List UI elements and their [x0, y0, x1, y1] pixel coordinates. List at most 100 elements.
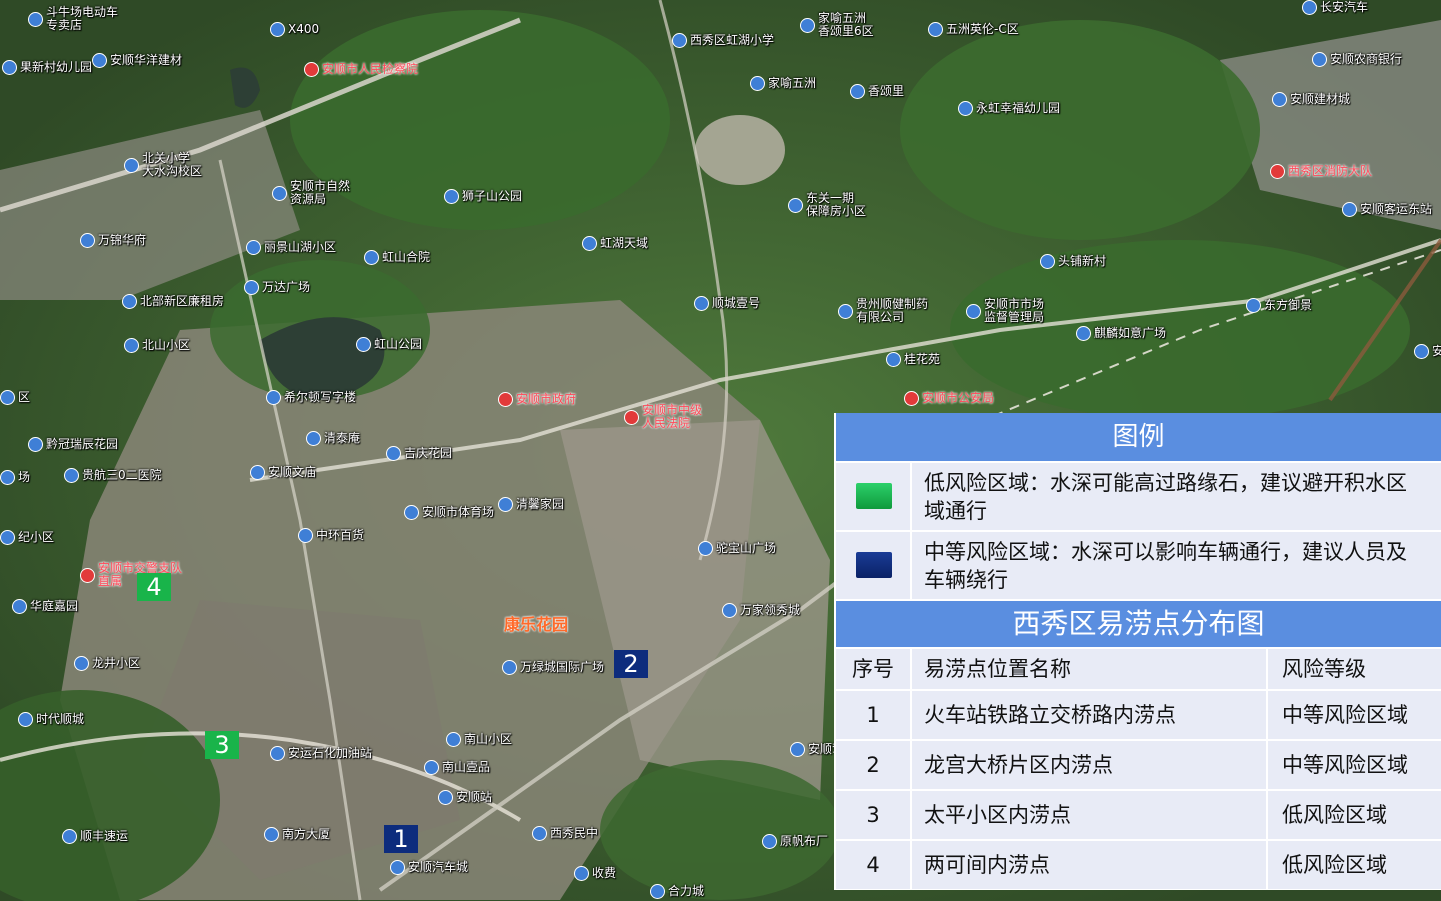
- poi-label: 南方大厦: [282, 827, 331, 841]
- map-poi[interactable]: 北部新区廉租房: [122, 294, 224, 309]
- poi-pin-icon: [928, 22, 943, 37]
- map-poi[interactable]: 安顺市公安局: [904, 391, 994, 406]
- map-poi[interactable]: 安顺客运东站: [1342, 202, 1432, 217]
- poi-label: 清馨家园: [516, 497, 565, 511]
- map-poi[interactable]: 原帆布厂: [762, 834, 828, 849]
- map-poi[interactable]: 南山壹品: [424, 760, 490, 775]
- map-poi[interactable]: 斗牛场电动车 专卖店: [28, 6, 118, 32]
- map-poi[interactable]: 西秀区虹湖小学: [672, 33, 774, 48]
- flood-point-marker-2[interactable]: 2: [614, 650, 648, 678]
- poi-pin-icon: [958, 101, 973, 116]
- map-poi[interactable]: 东关一期 保障房小区: [788, 192, 866, 218]
- poi-label: 北关小学 大水沟校区: [142, 151, 203, 178]
- poi-label: 斗牛场电动车 专卖店: [46, 5, 119, 32]
- map-poi[interactable]: 华庭嘉园: [12, 599, 78, 614]
- flood-point-marker-1[interactable]: 1: [384, 825, 418, 853]
- map-poi[interactable]: 安顺农商银行: [1312, 52, 1402, 67]
- map-poi[interactable]: 南山小区: [446, 732, 512, 747]
- map-poi[interactable]: 安顺市市场 监督管理局: [966, 298, 1044, 324]
- poi-label: 贵航三0二医院: [82, 468, 162, 482]
- map-poi[interactable]: 西秀民中: [532, 826, 598, 841]
- map-poi[interactable]: 黔冠瑞辰花园: [28, 437, 118, 452]
- map-poi[interactable]: 安顺文庙: [250, 465, 316, 480]
- map-poi[interactable]: 希尔顿写字楼: [266, 390, 356, 405]
- map-poi[interactable]: 安顺汽车城: [390, 860, 468, 875]
- map-poi[interactable]: 长安汽车: [1302, 0, 1368, 15]
- map-poi[interactable]: 顺城壹号: [694, 296, 760, 311]
- map-poi[interactable]: 家喻五洲: [750, 76, 816, 91]
- map-poi[interactable]: 贵州顺健制药 有限公司: [838, 298, 928, 324]
- map-poi[interactable]: 虹山公园: [356, 337, 422, 352]
- poi-pin-icon: [74, 656, 89, 671]
- map-poi[interactable]: 五洲英伦-C区: [928, 22, 1019, 37]
- poi-pin-icon: [80, 233, 95, 248]
- map-poi[interactable]: 果新村幼儿园: [2, 60, 92, 75]
- poi-label: 永虹幸福幼儿园: [976, 101, 1061, 115]
- map-poi[interactable]: 安顺市人民检察院: [304, 62, 418, 77]
- map-poi[interactable]: 安运石化加油站: [270, 746, 372, 761]
- map-poi[interactable]: 麒麟如意广场: [1076, 326, 1166, 341]
- map-poi[interactable]: 区: [0, 390, 30, 405]
- map-poi[interactable]: 康乐花园: [504, 617, 568, 633]
- map-poi[interactable]: 安顺市政府: [498, 392, 576, 407]
- map-poi[interactable]: 安顺市中级 人民法院: [624, 404, 702, 430]
- flood-point-marker-3[interactable]: 3: [205, 731, 239, 759]
- poi-pin-icon: [1076, 326, 1091, 341]
- map-poi[interactable]: 安顺市体育场: [404, 505, 494, 520]
- poi-pin-icon: [390, 860, 405, 875]
- map-poi[interactable]: 合力城: [650, 884, 704, 899]
- poi-label: 东方御景: [1264, 298, 1313, 312]
- map-poi[interactable]: 北山小区: [124, 338, 190, 353]
- map-poi[interactable]: 香颂里: [850, 84, 904, 99]
- poi-pin-icon: [838, 303, 853, 319]
- poi-label: 万绿城国际广场: [520, 660, 605, 674]
- poi-pin-icon: [246, 240, 261, 255]
- poi-label: 安顺市市场 监督管理局: [984, 297, 1045, 324]
- map-poi[interactable]: 西秀区消防大队: [1270, 164, 1372, 179]
- map-poi[interactable]: 狮子山公园: [444, 189, 522, 204]
- map-poi[interactable]: 清泰庵: [306, 431, 360, 446]
- poi-label: 狮子山公园: [462, 189, 523, 203]
- map-poi[interactable]: 纪小区: [0, 530, 54, 545]
- map-poi[interactable]: 中环百货: [298, 528, 364, 543]
- map-poi[interactable]: X400: [270, 22, 319, 37]
- map-poi[interactable]: 安顺站: [438, 790, 492, 805]
- map-poi[interactable]: 南方大厦: [264, 827, 330, 842]
- map-poi[interactable]: 丽景山湖小区: [246, 240, 336, 255]
- map-poi[interactable]: 万家领秀城: [722, 603, 800, 618]
- map-poi[interactable]: 时代顺城: [18, 712, 84, 727]
- map-poi[interactable]: 驼宝山广场: [698, 541, 776, 556]
- map-poi[interactable]: 安顺市自然 资源局: [272, 180, 350, 206]
- map-poi[interactable]: 贵航三0二医院: [64, 468, 162, 483]
- poi-label: 时代顺城: [36, 712, 85, 726]
- map-poi[interactable]: 永虹幸福幼儿园: [958, 101, 1060, 116]
- map-poi[interactable]: 清馨家园: [498, 497, 564, 512]
- map-poi[interactable]: 虹湖天域: [582, 236, 648, 251]
- map-poi[interactable]: 吉庆花园: [386, 446, 452, 461]
- map-poi[interactable]: 虹山合院: [364, 250, 430, 265]
- flood-point-marker-4[interactable]: 4: [137, 573, 171, 601]
- map-poi[interactable]: 家喻五洲 香颂里6区: [800, 12, 874, 38]
- map-poi[interactable]: 桂花苑: [886, 352, 940, 367]
- poi-label: 中环百货: [316, 528, 365, 542]
- poi-pin-icon: [64, 468, 79, 483]
- map-poi[interactable]: 东方御景: [1246, 298, 1312, 313]
- map-poi[interactable]: 万锦华府: [80, 233, 146, 248]
- poi-pin-icon: [762, 834, 777, 849]
- map-poi[interactable]: 万绿城国际广场: [502, 660, 604, 675]
- poi-pin-icon: [28, 11, 43, 27]
- map-poi[interactable]: 安顺华洋建材: [92, 53, 182, 68]
- map-poi[interactable]: 万达广场: [244, 280, 310, 295]
- map-poi[interactable]: 场: [0, 470, 30, 485]
- map-poi[interactable]: 龙井小区: [74, 656, 140, 671]
- map-poi[interactable]: 头铺新村: [1040, 254, 1106, 269]
- poi-pin-icon: [356, 337, 371, 352]
- map-poi[interactable]: 顺丰速运: [62, 829, 128, 844]
- poi-label: 万达广场: [262, 280, 311, 294]
- map-poi[interactable]: 北关小学 大水沟校区: [124, 152, 202, 178]
- map-poi[interactable]: 安顺建材城: [1272, 92, 1350, 107]
- poi-pin-icon: [264, 827, 279, 842]
- map-poi[interactable]: 安大: [1414, 344, 1441, 359]
- map-poi[interactable]: 收费: [574, 866, 616, 881]
- poi-pin-icon: [0, 530, 15, 545]
